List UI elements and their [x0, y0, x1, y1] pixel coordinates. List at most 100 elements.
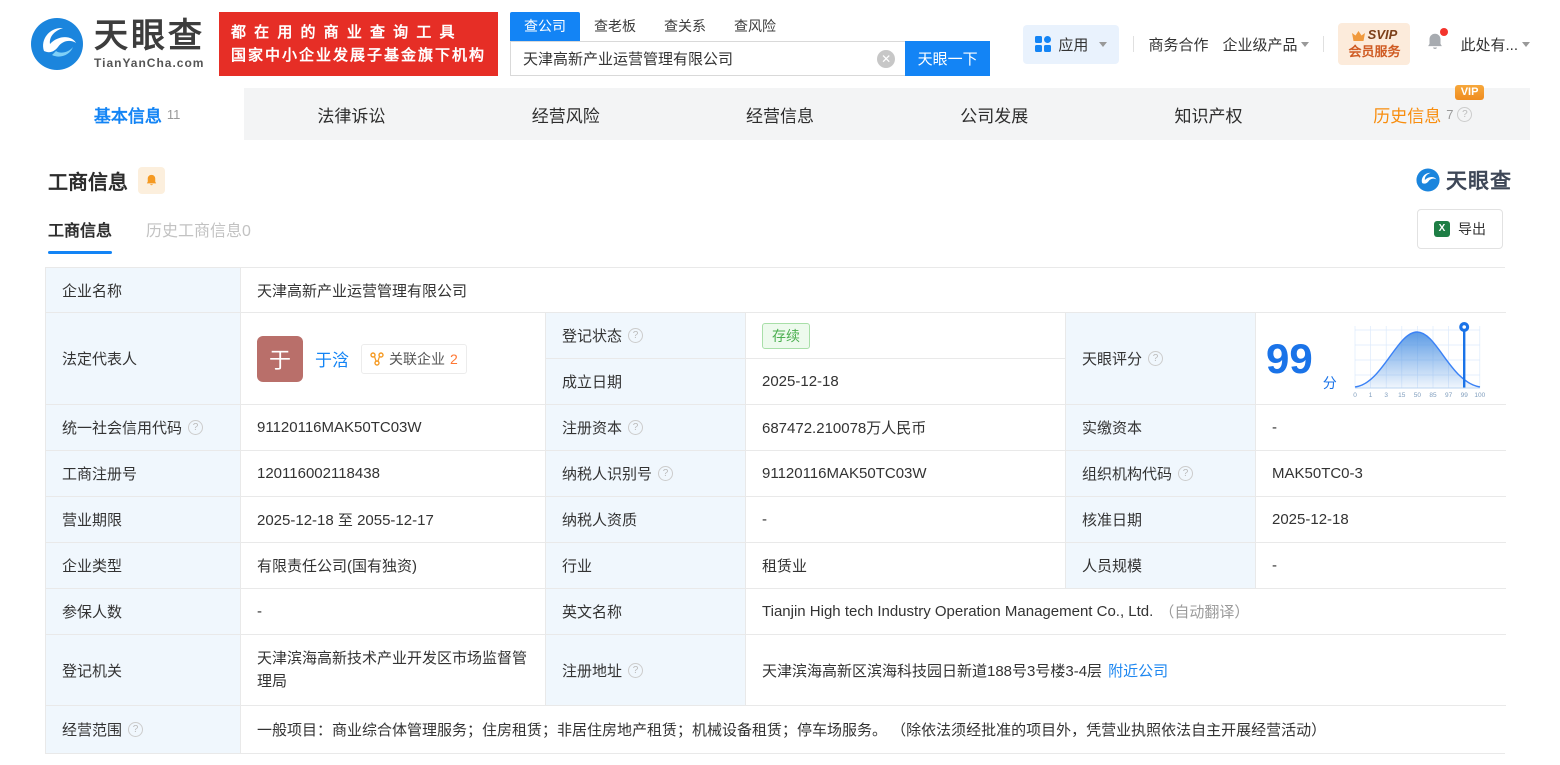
- watermark-text: 天眼查: [1446, 170, 1512, 193]
- business-term-label: 营业期限: [46, 497, 241, 543]
- slogan-line2: 国家中小企业发展子基金旗下机构: [231, 47, 487, 64]
- enterprise-products-label: 企业级产品: [1222, 36, 1298, 54]
- bell-icon: [146, 174, 157, 185]
- help-icon[interactable]: [658, 466, 674, 481]
- business-term-value: 2025-12-18 至 2055-12-17: [241, 497, 546, 543]
- search-area: 查公司 查老板 查关系 查风险 ✕ 天眼一下: [510, 12, 991, 76]
- tab-count: 7: [1446, 106, 1454, 122]
- tab-operating-risk[interactable]: 经营风险: [459, 88, 673, 140]
- label-text: 天眼评分: [1082, 351, 1143, 368]
- apps-label: 应用: [1058, 36, 1089, 54]
- user-name: 此处有...: [1460, 36, 1518, 54]
- tianyancha-logo[interactable]: 天眼查 TianYanCha.com: [30, 17, 205, 71]
- tab-legal[interactable]: 法律诉讼: [244, 88, 458, 140]
- taxpayer-quality-label: 纳税人资质: [546, 497, 746, 543]
- member-service-label: 会员服务: [1348, 44, 1401, 59]
- company-name-value: 天津高新产业运营管理有限公司: [241, 268, 1506, 313]
- vip-badge: VIP: [1454, 84, 1485, 100]
- related-companies-badge[interactable]: 关联企业 2: [361, 343, 467, 374]
- taxpayer-id-label: 纳税人识别号: [546, 451, 746, 497]
- english-name-text: Tianjin High tech Industry Operation Man…: [762, 603, 1154, 620]
- label-text: 登记状态: [562, 328, 623, 345]
- svg-text:50: 50: [1414, 392, 1422, 399]
- industry-label: 行业: [546, 543, 746, 589]
- score-value: 99: [1266, 334, 1313, 382]
- legal-rep-label: 法定代表人: [46, 313, 241, 405]
- related-count: 2: [450, 350, 458, 367]
- insured-count-label: 参保人数: [46, 589, 241, 635]
- label-text: 注册资本: [562, 420, 623, 437]
- notifications-button[interactable]: [1424, 28, 1449, 57]
- tianyancha-swirl-icon: [1416, 168, 1440, 192]
- staff-size-value: -: [1256, 543, 1506, 589]
- label-text: 注册地址: [562, 662, 623, 680]
- monitor-bell-button[interactable]: [138, 166, 165, 194]
- reg-address-value: 天津滨海高新区滨海科技园日新道188号3号楼3-4层 附近公司: [746, 635, 1506, 706]
- svg-text:100: 100: [1474, 392, 1485, 399]
- help-icon[interactable]: [1178, 466, 1194, 481]
- help-icon[interactable]: [628, 662, 644, 678]
- org-chart-icon: [370, 351, 384, 366]
- slogan-line1: 都 在 用 的 商 业 查 询 工 具: [231, 23, 457, 41]
- top-header: 天眼查 TianYanCha.com 都 在 用 的 商 业 查 询 工 具 国…: [0, 0, 1560, 88]
- score-label: 天眼评分: [1066, 313, 1256, 405]
- auto-translate-note: （自动翻译）: [1159, 604, 1250, 621]
- export-button[interactable]: 导出: [1417, 209, 1503, 249]
- tab-basic-info[interactable]: 基本信息 11: [30, 88, 245, 140]
- tab-label: 知识产权: [1174, 106, 1243, 126]
- svip-member-button[interactable]: SVIP 会员服务: [1338, 23, 1411, 65]
- org-code-value: MAK50TC0-3: [1256, 451, 1506, 497]
- reg-address-label: 注册地址: [546, 635, 746, 706]
- tab-history-info[interactable]: VIP 历史信息 7: [1316, 84, 1530, 140]
- svg-text:97: 97: [1445, 392, 1453, 399]
- clear-search-icon[interactable]: ✕: [877, 49, 896, 68]
- help-icon[interactable]: [128, 722, 144, 737]
- help-icon[interactable]: [628, 420, 644, 435]
- label-text: 纳税人识别号: [562, 466, 653, 483]
- subtab-business-info[interactable]: 工商信息: [48, 217, 113, 254]
- tab-intellectual-property[interactable]: 知识产权: [1101, 88, 1315, 140]
- header-nav: 应用 商务合作 企业级产品 SVIP 会员服务 此处有...: [1023, 23, 1530, 65]
- reg-number-value: 120116002118438: [241, 451, 546, 497]
- paid-capital-value: -: [1256, 405, 1506, 451]
- tab-company-development[interactable]: 公司发展: [887, 88, 1101, 140]
- enterprise-products-menu[interactable]: 企业级产品: [1222, 34, 1310, 55]
- divider: [1133, 36, 1135, 52]
- business-coop-link[interactable]: 商务合作: [1148, 34, 1208, 55]
- legal-rep-avatar[interactable]: 于: [257, 335, 303, 382]
- help-icon[interactable]: [1148, 351, 1164, 366]
- reg-capital-value: 687472.210078万人民币: [746, 405, 1066, 451]
- search-tab-relation[interactable]: 查关系: [650, 12, 720, 41]
- user-menu[interactable]: 此处有...: [1460, 34, 1530, 55]
- legal-rep-name-link[interactable]: 于浛: [315, 346, 349, 371]
- svg-text:0: 0: [1353, 392, 1357, 399]
- search-tab-risk[interactable]: 查风险: [720, 12, 790, 41]
- help-icon[interactable]: [188, 420, 204, 435]
- search-tab-boss[interactable]: 查老板: [580, 12, 650, 41]
- approval-date-label: 核准日期: [1066, 497, 1256, 543]
- reg-status-value: 存续: [746, 313, 1066, 359]
- tianyancha-watermark: 天眼查: [1416, 165, 1512, 195]
- english-name-label: 英文名称: [546, 589, 746, 635]
- apps-menu[interactable]: 应用: [1023, 24, 1120, 64]
- logo-domain: TianYanCha.com: [94, 56, 205, 70]
- search-input[interactable]: [511, 42, 906, 75]
- subtab-history-business-info[interactable]: 历史工商信息0: [146, 217, 251, 254]
- company-type-label: 企业类型: [46, 543, 241, 589]
- score-cell[interactable]: 99 分 0 1 3 15 50 85 97 99 100: [1256, 313, 1506, 405]
- svip-label: SVIP: [1367, 27, 1398, 43]
- approval-date-value: 2025-12-18: [1256, 497, 1506, 543]
- company-type-value: 有限责任公司(国有独资): [241, 543, 546, 589]
- help-icon[interactable]: [628, 328, 644, 343]
- taxpayer-id-value: 91120116MAK50TC03W: [746, 451, 1066, 497]
- help-icon[interactable]: [1457, 106, 1473, 122]
- nearby-companies-link[interactable]: 附近公司: [1108, 660, 1168, 681]
- label-text: 统一社会信用代码: [62, 420, 183, 437]
- search-button[interactable]: 天眼一下: [905, 41, 991, 76]
- notification-dot: [1440, 28, 1449, 36]
- tab-label: 法律诉讼: [317, 106, 386, 126]
- search-tab-company[interactable]: 查公司: [510, 12, 581, 41]
- apps-grid-icon: [1035, 36, 1052, 52]
- tab-operating-info[interactable]: 经营信息: [673, 88, 887, 140]
- credit-code-value: 91120116MAK50TC03W: [241, 405, 546, 451]
